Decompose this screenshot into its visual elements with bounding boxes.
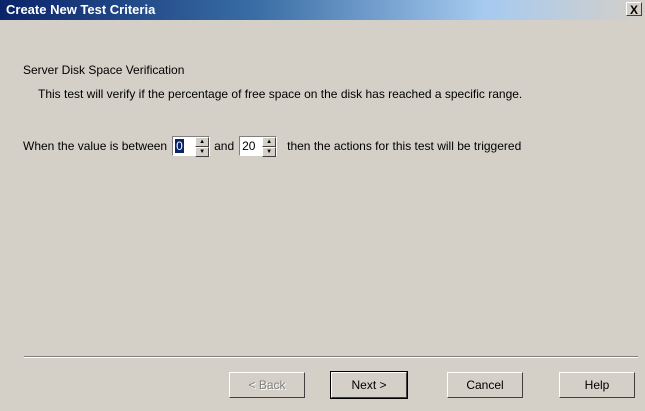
min-value-up-arrow-icon[interactable]: ▲	[195, 137, 210, 147]
test-name-heading: Server Disk Space Verification	[23, 63, 185, 77]
min-value-down-arrow-icon[interactable]: ▼	[195, 147, 210, 157]
max-value-stepper[interactable]: ▲ ▼	[239, 136, 278, 157]
min-value-spin-buttons: ▲ ▼	[195, 137, 210, 157]
criteria-suffix-label: then the actions for this test will be t…	[287, 139, 522, 153]
min-value-stepper[interactable]: 0 ▲ ▼	[172, 136, 211, 157]
test-description: This test will verify if the percentage …	[38, 87, 523, 101]
help-button[interactable]: Help	[559, 372, 635, 398]
back-button[interactable]: < Back	[229, 372, 305, 398]
max-value-down-arrow-icon[interactable]: ▼	[262, 147, 277, 157]
max-value-input[interactable]	[240, 137, 263, 155]
criteria-and-label: and	[214, 139, 235, 153]
criteria-prefix-label: When the value is between	[23, 139, 168, 153]
max-value-up-arrow-icon[interactable]: ▲	[262, 137, 277, 147]
button-separator	[24, 356, 638, 358]
cancel-button[interactable]: Cancel	[447, 372, 523, 398]
window-title: Create New Test Criteria	[6, 2, 156, 17]
create-test-criteria-dialog: Create New Test Criteria X Server Disk S…	[0, 0, 645, 411]
next-button[interactable]: Next >	[330, 371, 408, 399]
max-value-spin-buttons: ▲ ▼	[262, 137, 277, 157]
min-value-field-wrap[interactable]: 0	[173, 137, 196, 155]
min-value-selection: 0	[175, 139, 184, 153]
close-icon[interactable]: X	[626, 2, 642, 17]
title-bar: Create New Test Criteria X	[0, 0, 645, 20]
criteria-row: When the value is between 0 ▲ ▼ and ▲ ▼ …	[23, 135, 521, 157]
